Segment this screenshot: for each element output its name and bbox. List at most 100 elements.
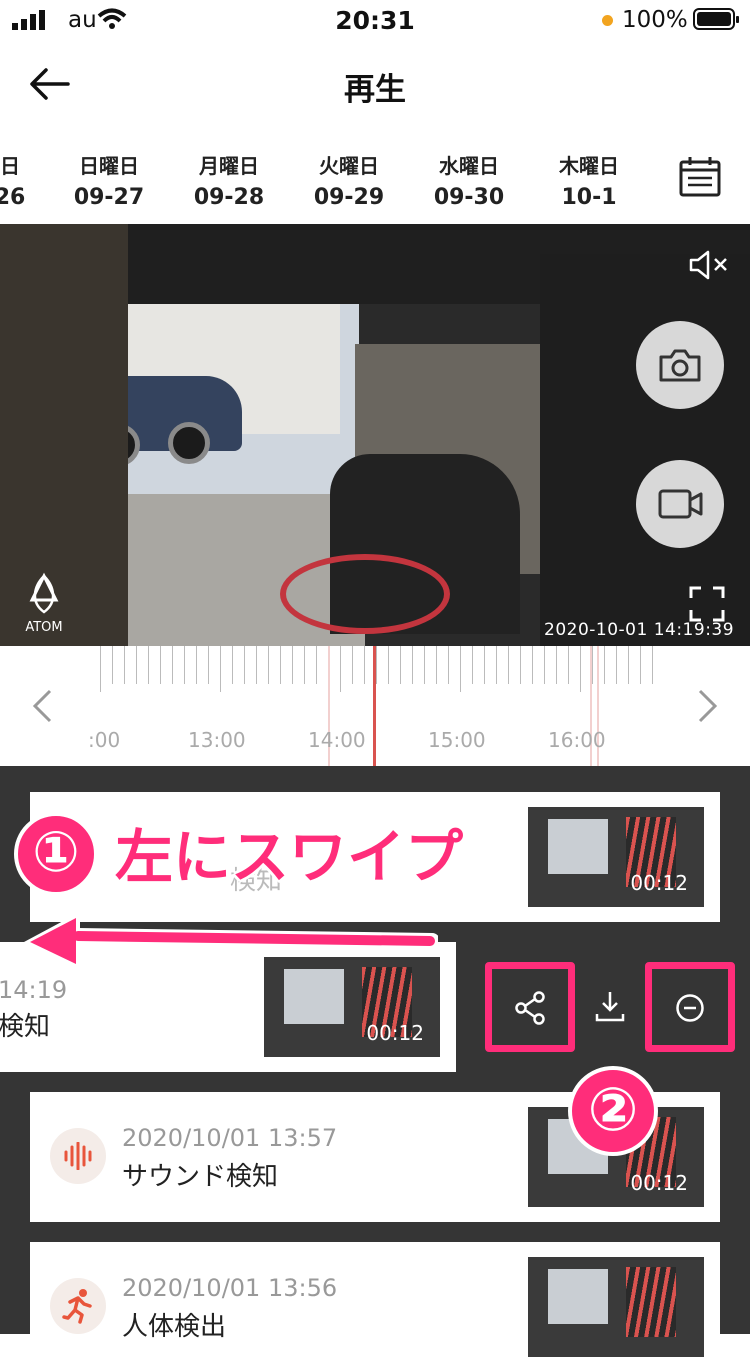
date-value: 10-1	[561, 185, 617, 210]
timeline-tick	[220, 646, 221, 692]
battery-icon	[693, 8, 739, 30]
date-day: 木曜日	[559, 154, 619, 178]
date-item-selected[interactable]: 木曜日 10-1	[529, 150, 649, 210]
timeline-tick	[340, 646, 341, 692]
sound-wave-icon	[50, 1128, 106, 1184]
date-value: 09-29	[313, 185, 385, 210]
minus-circle-icon	[676, 994, 704, 1022]
event-label: 検知	[0, 1012, 51, 1042]
timeline[interactable]: :00 13:00 14:00 15:00 16:00	[0, 646, 750, 766]
video-timestamp: 2020-10-01 14:19:39	[544, 620, 735, 640]
status-bar: au 20:31 100%	[0, 0, 750, 44]
event-duration: 00:12	[630, 871, 688, 895]
timeline-tick	[280, 646, 281, 684]
timeline-tick	[208, 646, 209, 684]
video-player[interactable]	[0, 224, 750, 646]
date-item[interactable]: 月曜日 09-28	[169, 150, 289, 210]
timeline-tick	[388, 646, 389, 684]
share-icon	[515, 991, 545, 1025]
download-icon[interactable]	[594, 990, 626, 1022]
date-day: 火曜日	[319, 154, 379, 178]
date-value: 09-28	[193, 185, 265, 210]
event-duration: 00:12	[366, 1021, 424, 1045]
timeline-tick	[628, 646, 629, 684]
timeline-tick	[556, 646, 557, 684]
timeline-tick	[244, 646, 245, 684]
sound-wave-glyph	[64, 1142, 92, 1170]
video-camera-icon	[658, 489, 703, 519]
timeline-label: 13:00	[188, 728, 246, 752]
atom-logo-mark	[29, 572, 59, 614]
chevron-left-icon[interactable]	[30, 688, 54, 724]
timeline-tick	[652, 646, 653, 684]
swipe-arrow	[24, 912, 438, 970]
timeline-tick	[484, 646, 485, 684]
event-time: 14:19	[0, 976, 68, 1004]
screenshot-button[interactable]	[636, 321, 724, 409]
share-button[interactable]	[485, 962, 575, 1052]
timeline-tick	[448, 646, 449, 684]
timeline-tick	[172, 646, 173, 684]
timeline-tick	[436, 646, 437, 684]
event-thumbnail	[528, 1257, 704, 1357]
mute-icon[interactable]	[688, 248, 730, 282]
date-item[interactable]: 日曜日 09-27	[49, 150, 169, 210]
event-duration: 00:12	[630, 1171, 688, 1195]
timeline-tick	[256, 646, 257, 684]
atom-logo-text: ATOM	[25, 620, 63, 635]
step-1-badge: ①	[14, 812, 98, 896]
event-time: 2020/10/01 13:57	[122, 1124, 338, 1152]
timeline-label: 16:00	[548, 728, 606, 752]
timeline-tick	[124, 646, 125, 684]
timeline-tick	[160, 646, 161, 684]
delete-button[interactable]	[645, 962, 735, 1052]
event-label: 人体検出	[122, 1312, 227, 1342]
date-day: 月曜日	[199, 154, 259, 178]
timeline-tick	[376, 646, 377, 684]
timeline-tick	[136, 646, 137, 684]
swipe-left-caption: 左にスワイプ	[115, 823, 464, 891]
timeline-tick	[184, 646, 185, 684]
timeline-tick	[568, 646, 569, 684]
date-item[interactable]: 水曜日 09-30	[409, 150, 529, 210]
timeline-tick	[460, 646, 461, 692]
timeline-tick	[316, 646, 317, 684]
video-scene-wheel	[168, 422, 210, 464]
battery-percent: 100%	[622, 7, 688, 33]
timeline-tick	[424, 646, 425, 684]
timeline-tick	[544, 646, 545, 684]
timeline-tick	[100, 646, 101, 692]
timeline-tick	[232, 646, 233, 684]
video-scene-bike	[280, 554, 450, 634]
timeline-label: 14:00	[308, 728, 366, 752]
timeline-tick	[304, 646, 305, 684]
running-person-icon	[50, 1278, 106, 1334]
playhead[interactable]	[373, 646, 376, 766]
atom-logo: ATOM	[16, 572, 72, 642]
timeline-tick	[604, 646, 605, 684]
timeline-tick	[508, 646, 509, 684]
date-item[interactable]: 火曜日 09-29	[289, 150, 409, 210]
timeline-tick	[580, 646, 581, 692]
timeline-tick	[292, 646, 293, 684]
step-2-badge: ②	[568, 1066, 658, 1156]
event-card[interactable]: 2020/10/01 13:56 人体検出	[30, 1242, 720, 1372]
timeline-tick	[352, 646, 353, 684]
timeline-tick	[592, 646, 593, 684]
timeline-tick	[472, 646, 473, 684]
chevron-right-icon[interactable]	[696, 688, 720, 724]
orientation-lock-dot	[602, 15, 613, 26]
date-day: 日曜日	[79, 154, 139, 178]
timeline-tick	[532, 646, 533, 684]
fullscreen-icon[interactable]	[689, 586, 725, 622]
timeline-tick	[268, 646, 269, 684]
calendar-icon[interactable]	[678, 156, 722, 198]
event-thumbnail: 00:12	[528, 807, 704, 907]
page-title: 再生	[344, 72, 406, 108]
timeline-tick	[112, 646, 113, 684]
timeline-tick	[196, 646, 197, 684]
running-person-glyph	[62, 1289, 92, 1324]
record-button[interactable]	[636, 460, 724, 548]
event-label: サウンド検知	[122, 1162, 279, 1192]
date-value: 09-30	[433, 185, 505, 210]
